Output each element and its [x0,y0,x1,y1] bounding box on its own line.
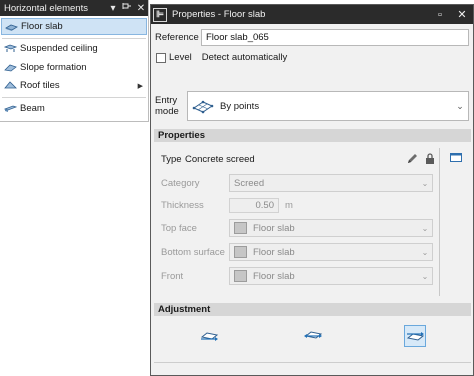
adjust-left-icon [200,332,219,341]
adjustment-row [154,321,471,351]
top-face-value: Floor slab [253,222,295,234]
menu-item-slope-formation[interactable]: Slope formation [1,59,147,76]
folder-icon[interactable] [450,152,462,162]
menu-divider [2,97,146,98]
level-row: Level Detect automatically [156,52,287,63]
suspended-ceiling-icon [4,44,17,52]
type-label: Type [161,153,182,165]
front-row: Front Floor slab ⌄ [161,267,433,285]
top-face-row: Top face Floor slab ⌄ [161,219,433,237]
front-label: Front [161,270,184,282]
adjustment-section-header: Adjustment [154,303,471,316]
app-icon: ⊫ [153,7,167,22]
close-icon[interactable]: ✕ [134,3,148,14]
by-points-icon [192,100,214,114]
material-swatch [234,222,247,234]
app-root: Horizontal elements ▾ ✕ Floor slab Suspe… [0,0,474,376]
bottom-surface-label: Bottom surface [161,246,225,258]
reference-row: Reference Floor slab_065 [155,29,469,46]
bottom-surface-row: Bottom surface Floor slab ⌄ [161,243,433,261]
category-label: Category [161,177,200,189]
entry-mode-label: Entry mode [155,95,187,117]
close-icon[interactable]: ✕ [451,8,473,21]
chevron-down-icon: ⌄ [421,247,429,257]
dialog-titlebar: ⊫ Properties - Floor slab ▫ ✕ [151,5,473,24]
type-row: Type Concrete screed [161,153,437,165]
chevron-down-icon: ⌄ [421,271,429,281]
detect-automatically-label: Detect automatically [201,52,288,63]
level-label: Level [169,52,192,63]
restore-icon[interactable]: ▫ [429,9,451,21]
slope-formation-icon [4,64,17,72]
level-checkbox[interactable] [156,52,166,63]
thickness-unit: m [285,199,293,211]
front-value: Floor slab [253,270,295,282]
adjust-center-icon [304,331,323,339]
dialog-title: Properties - Floor slab [172,9,266,20]
thickness-row: Thickness 0.50 m [161,196,433,214]
roof-tiles-icon [4,81,17,89]
properties-box: Type Concrete screed Category Screed ⌄ T… [154,146,471,298]
material-swatch [234,270,247,282]
category-row: Category Screed ⌄ [161,174,433,192]
chevron-down-icon: ⌄ [421,178,429,188]
pin-icon[interactable] [120,2,134,14]
properties-dialog: ⊫ Properties - Floor slab ▫ ✕ Reference … [150,4,474,376]
menu-item-roof-tiles[interactable]: Roof tiles ▶ [1,77,147,94]
front-select[interactable]: Floor slab ⌄ [229,267,433,285]
adjust-left-button[interactable] [198,325,220,347]
material-swatch [234,246,247,258]
adjust-right-icon [406,332,425,341]
menu-item-floor-slab[interactable]: Floor slab [1,18,147,35]
reference-input[interactable]: Floor slab_065 [201,29,469,46]
menu-item-label: Slope formation [20,62,87,73]
category-select[interactable]: Screed ⌄ [229,174,433,192]
horizontal-elements-panel: Horizontal elements ▾ ✕ Floor slab Suspe… [0,0,149,122]
properties-section-header: Properties [154,129,471,142]
dialog-bottom-divider [154,362,471,363]
thickness-label: Thickness [161,199,204,211]
menu-item-label: Suspended ceiling [20,43,98,54]
adjust-right-button[interactable] [404,325,426,347]
entry-mode-label-line2: mode [155,106,179,117]
entry-mode-row: Entry mode By points ⌄ [155,90,469,122]
reference-label: Reference [155,32,199,43]
dropdown-icon[interactable]: ▾ [106,3,120,14]
beam-icon [4,105,17,112]
bottom-surface-value: Floor slab [253,246,295,258]
menu-item-suspended-ceiling[interactable]: Suspended ceiling [1,40,147,57]
vertical-divider [439,148,440,296]
entry-mode-label-line1: Entry [155,95,178,106]
top-face-label: Top face [161,222,197,234]
entry-mode-select[interactable]: By points ⌄ [187,91,469,121]
floor-slab-icon [5,24,18,31]
category-value: Screed [234,177,265,189]
menu-divider [2,38,146,39]
panel-titlebar: Horizontal elements ▾ ✕ [0,0,148,16]
panel-title: Horizontal elements [4,2,88,14]
type-value: Concrete screed [185,153,255,165]
menu-item-label: Floor slab [21,21,63,32]
menu-item-label: Beam [20,103,45,114]
lock-icon[interactable] [423,153,437,165]
menu-item-label: Roof tiles [20,80,60,91]
adjust-center-button[interactable] [302,325,324,347]
chevron-down-icon: ⌄ [456,100,464,111]
pencil-icon[interactable] [405,153,419,165]
chevron-down-icon: ⌄ [421,223,429,233]
thickness-input[interactable]: 0.50 [229,197,279,213]
menu-item-beam[interactable]: Beam [1,100,147,117]
submenu-arrow-icon: ▶ [137,82,143,90]
entry-mode-value: By points [220,100,260,112]
bottom-surface-select[interactable]: Floor slab ⌄ [229,243,433,261]
top-face-select[interactable]: Floor slab ⌄ [229,219,433,237]
